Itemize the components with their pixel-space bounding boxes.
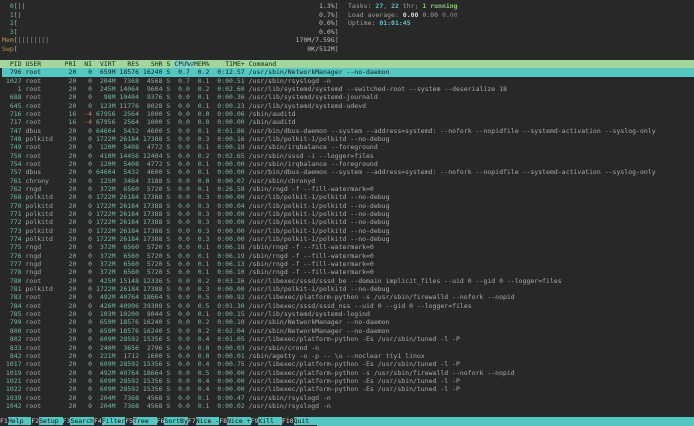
- footer-fill: [317, 417, 694, 426]
- process-row-645[interactable]: 645 root 20 0 123M 11776 8028 S 0.0 0.1 …: [2, 102, 694, 110]
- process-row-771[interactable]: 771 polkitd 20 0 1722M 26184 17388 S 0.0…: [2, 210, 694, 218]
- process-row-768[interactable]: 768 polkitd 20 0 1722M 26184 17388 S 0.0…: [2, 193, 694, 201]
- footer-f5-tree[interactable]: F5Tree: [125, 417, 156, 426]
- column-header-res[interactable]: RES: [120, 60, 140, 68]
- process-row-1019[interactable]: 1019 root 20 0 492M 40764 18664 S 0.0 0.…: [2, 369, 694, 377]
- process-row-776[interactable]: 776 rngd 20 0 372M 6560 5720 S 0.0 0.1 0…: [2, 252, 694, 260]
- column-header-mem[interactable]: MEM%: [194, 60, 210, 68]
- footer-f4-filter[interactable]: F4Filter: [94, 417, 125, 426]
- process-table-rows: 796 root 20 0 659M 18576 16240 S 0.7 0.2…: [2, 68, 694, 417]
- footer-f10-quit[interactable]: F10Quit: [282, 417, 317, 426]
- process-row-749[interactable]: 749 root 20 0 120M 5408 4772 S 0.0 0.1 0…: [2, 143, 694, 151]
- summary-panel: Tasks: 27, 22 thr; 1 runningLoad average…: [348, 2, 458, 28]
- cpu3-meter: 3[ 0.0%]: [2, 28, 694, 37]
- process-row-773[interactable]: 773 polkitd 20 0 1722M 26184 17388 S 0.0…: [2, 227, 694, 235]
- process-row-770[interactable]: 770 polkitd 20 0 1722M 26184 17388 S 0.0…: [2, 202, 694, 210]
- process-row-1042[interactable]: 1042 root 20 0 204M 7368 4568 S 0.0 0.1 …: [2, 402, 694, 410]
- process-row-748[interactable]: 748 polkitd 20 0 1722M 26184 17388 S 0.0…: [2, 135, 694, 143]
- process-row-750[interactable]: 750 root 20 0 410M 14456 12404 S 0.0 0.2…: [2, 152, 694, 160]
- process-row-802[interactable]: 802 root 20 0 609M 28592 15356 S 0.0 0.4…: [2, 335, 694, 343]
- process-row-717[interactable]: 717 root 16 -4 67956 2564 1000 S 0.0 0.0…: [2, 118, 694, 126]
- process-row-775[interactable]: 775 rngd 20 0 372M 6560 5720 S 0.0 0.1 0…: [2, 243, 694, 251]
- process-row-757[interactable]: 757 dbus 20 0 64604 5432 4600 S 0.0 0.1 …: [2, 168, 694, 176]
- process-row-785[interactable]: 785 root 20 0 103M 10200 8044 S 0.0 0.1 …: [2, 310, 694, 318]
- process-row-762[interactable]: 762 rngd 20 0 372M 6560 5720 S 0.0 0.1 0…: [2, 185, 694, 193]
- column-header-time[interactable]: TIME+: [214, 60, 245, 68]
- footer-f3-search[interactable]: F3Search: [63, 417, 94, 426]
- process-row-1017[interactable]: 1017 root 20 0 609M 28592 15356 S 0.0 0.…: [2, 360, 694, 368]
- process-row-1022[interactable]: 1022 root 20 0 609M 28592 15356 S 0.0 0.…: [2, 385, 694, 393]
- column-header-pri[interactable]: PRI: [65, 60, 77, 68]
- column-header-shr[interactable]: SHR: [143, 60, 163, 68]
- process-row-778[interactable]: 778 rngd 20 0 372M 6560 5720 S 0.0 0.1 0…: [2, 268, 694, 276]
- column-header-cpu[interactable]: CPU%▽: [174, 60, 194, 68]
- process-row-833[interactable]: 833 root 20 0 240M 3656 2796 S 0.0 0.0 0…: [2, 344, 694, 352]
- footer-f2-setup[interactable]: F2Setup: [31, 417, 62, 426]
- htop-screen: { "app": "htop", "colors": { "background…: [0, 0, 694, 426]
- column-header-virt[interactable]: VIRT: [96, 60, 116, 68]
- process-table-header[interactable]: PID USER PRI NI VIRT RES SHR S CPU%▽MEM%…: [0, 60, 694, 69]
- function-key-bar: F1Help F2Setup F3SearchF4FilterF5Tree F6…: [0, 417, 694, 426]
- process-row-799[interactable]: 799 root 20 0 659M 18576 16240 S 0.0 0.2…: [2, 318, 694, 326]
- footer-f6-sortby[interactable]: F6SortBy: [157, 417, 188, 426]
- column-header-ni[interactable]: NI: [80, 60, 92, 68]
- process-row-780[interactable]: 780 root 20 0 425M 15148 12336 S 0.0 0.2…: [2, 277, 694, 285]
- process-row-777[interactable]: 777 rngd 20 0 372M 6560 5720 S 0.0 0.1 0…: [2, 260, 694, 268]
- footer-f8-nice[interactable]: F8Nice +: [219, 417, 250, 426]
- process-row-688[interactable]: 688 root 20 0 98M 10404 9376 S 0.0 0.1 0…: [2, 93, 694, 101]
- footer-f9-kill[interactable]: F9Kill: [251, 417, 282, 426]
- process-row-800[interactable]: 800 root 20 0 659M 18576 16240 S 0.0 0.2…: [2, 327, 694, 335]
- process-row-1[interactable]: 1 root 20 0 245M 14064 9604 S 0.0 0.2 0:…: [2, 85, 694, 93]
- process-row-796[interactable]: 796 root 20 0 659M 18576 16240 S 0.7 0.2…: [2, 68, 694, 76]
- process-row-747[interactable]: 747 dbus 20 0 64604 5432 4600 S 0.0 0.1 …: [2, 127, 694, 135]
- process-row-772[interactable]: 772 polkitd 20 0 1722M 26184 17388 S 0.0…: [2, 218, 694, 226]
- process-row-1027[interactable]: 1027 root 20 0 204M 7368 4568 S 0.7 0.1 …: [2, 77, 694, 85]
- swp-meter: Swp[ 0K/512M]: [2, 45, 694, 54]
- footer-f1-help[interactable]: F1Help: [0, 417, 31, 426]
- load-average: Load average: 0.00 0.00 0.00: [348, 11, 458, 20]
- uptime: Uptime: 01:01:45: [348, 19, 458, 28]
- column-header-user[interactable]: USER: [26, 60, 61, 68]
- column-header-command[interactable]: Command: [249, 60, 276, 68]
- tasks-summary: Tasks: 27, 22 thr; 1 running: [348, 2, 458, 11]
- process-row-784[interactable]: 784 root 20 0 426M 40996 39308 S 0.0 0.5…: [2, 302, 694, 310]
- process-row-774[interactable]: 774 polkitd 20 0 1722M 26184 17388 S 0.0…: [2, 235, 694, 243]
- process-row-781[interactable]: 781 polkitd 20 0 1722M 26184 17388 S 0.0…: [2, 285, 694, 293]
- process-row-783[interactable]: 783 root 20 0 492M 40764 18664 S 0.0 0.5…: [2, 293, 694, 301]
- process-row-842[interactable]: 842 root 20 0 221M 1712 1600 S 0.0 0.0 0…: [2, 352, 694, 360]
- column-header-pid[interactable]: PID: [2, 60, 22, 68]
- process-row-1039[interactable]: 1039 root 20 0 204M 7368 4568 S 0.0 0.1 …: [2, 394, 694, 402]
- mem-meter: Mem[|||||||| 170M/7.59G]: [2, 36, 694, 45]
- footer-f7-nice[interactable]: F7Nice -: [188, 417, 219, 426]
- process-row-716[interactable]: 716 root 16 -4 67956 2564 1000 S 0.0 0.0…: [2, 110, 694, 118]
- process-row-1021[interactable]: 1021 root 20 0 609M 28592 15356 S 0.0 0.…: [2, 377, 694, 385]
- process-row-754[interactable]: 754 root 20 0 120M 5408 4772 S 0.0 0.1 0…: [2, 160, 694, 168]
- process-row-761[interactable]: 761 chrony 20 0 125M 3464 3188 S 0.0 0.0…: [2, 177, 694, 185]
